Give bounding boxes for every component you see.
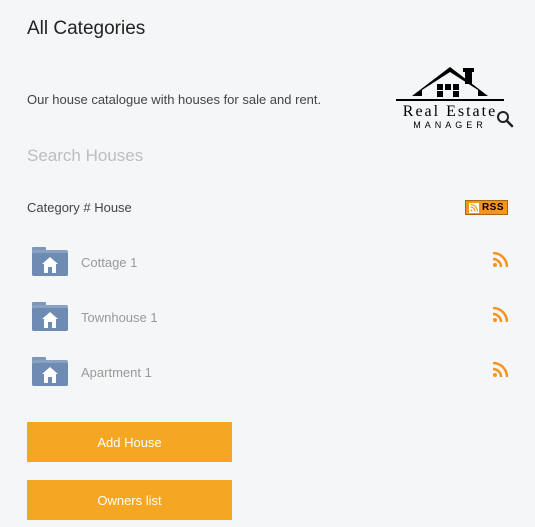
search-input[interactable] <box>27 140 508 172</box>
folder-house-icon <box>31 353 69 392</box>
category-count: 1 <box>145 365 152 380</box>
folder-house-icon <box>31 298 69 337</box>
category-count: 1 <box>150 310 157 325</box>
rss-icon[interactable] <box>492 252 508 273</box>
real-estate-manager-logo-icon: Real Estate MANAGER <box>393 64 508 132</box>
page-title: All Categories <box>27 18 508 40</box>
folder-house-icon <box>31 243 69 282</box>
brand-logo: Real Estate MANAGER <box>393 64 508 132</box>
category-list: Cottage 1 Townhouse 1 <box>31 235 508 400</box>
category-section-label: Category # House <box>27 200 132 215</box>
svg-text:MANAGER: MANAGER <box>413 120 487 130</box>
category-name: Apartment <box>81 365 141 380</box>
rss-badge[interactable]: RSS <box>465 200 508 215</box>
rss-icon[interactable] <box>492 362 508 383</box>
list-item[interactable]: Cottage 1 <box>31 235 508 290</box>
list-item[interactable]: Townhouse 1 <box>31 290 508 345</box>
category-name: Townhouse <box>81 310 147 325</box>
rss-icon[interactable] <box>492 307 508 328</box>
owners-list-button[interactable]: Owners list <box>27 480 232 520</box>
svg-text:Real Estate: Real Estate <box>403 103 497 120</box>
list-item[interactable]: Apartment 1 <box>31 345 508 400</box>
search-icon[interactable] <box>496 110 514 133</box>
category-count: 1 <box>130 255 137 270</box>
category-name: Cottage <box>81 255 127 270</box>
add-house-button[interactable]: Add House <box>27 422 232 462</box>
rss-badge-label: RSS <box>482 202 504 213</box>
page-subtitle: Our house catalogue with houses for sale… <box>27 92 321 107</box>
